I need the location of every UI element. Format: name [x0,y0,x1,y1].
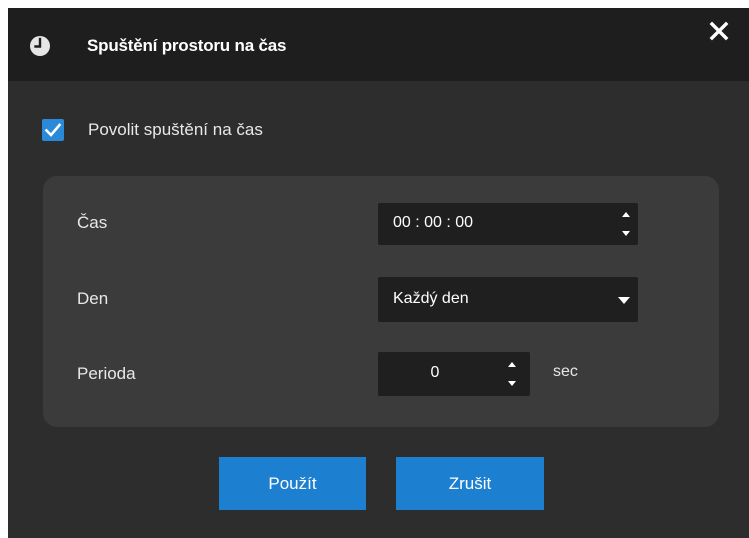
day-select-value: Každý den [393,290,469,307]
spin-down-icon [622,231,630,236]
period-input[interactable]: 0 [378,352,530,396]
schedule-settings-panel: Čas 00 : 00 : 00 Den Každý den Perioda 0… [43,176,719,427]
cancel-button[interactable]: Zrušit [396,457,544,510]
enable-schedule-checkbox[interactable] [42,119,64,141]
period-label: Perioda [77,364,136,383]
apply-button[interactable]: Použít [219,457,366,510]
enable-schedule-label: Povolit spuštění na čas [88,120,263,139]
day-label: Den [77,289,109,308]
time-label: Čas [77,213,108,232]
time-input[interactable]: 00 : 00 : 00 [378,203,638,245]
checkmark-icon [44,123,62,137]
spin-up-icon [508,362,516,367]
chevron-down-icon [618,297,630,304]
period-spinner[interactable] [504,359,520,389]
close-icon[interactable] [708,20,730,42]
period-unit: sec [553,363,578,380]
spin-down-icon [508,381,516,386]
time-value[interactable]: 00 : 00 : 00 [393,214,473,232]
dialog-titlebar: Spuštění prostoru na čas [8,8,749,81]
spin-up-icon [622,212,630,217]
schedule-dialog: Spuštění prostoru na čas Povolit spuštěn… [8,8,749,538]
day-select[interactable]: Každý den [378,277,638,322]
clock-icon [30,36,50,56]
period-value[interactable]: 0 [378,364,492,382]
time-spinner[interactable] [618,209,634,239]
dialog-title: Spuštění prostoru na čas [87,36,287,55]
